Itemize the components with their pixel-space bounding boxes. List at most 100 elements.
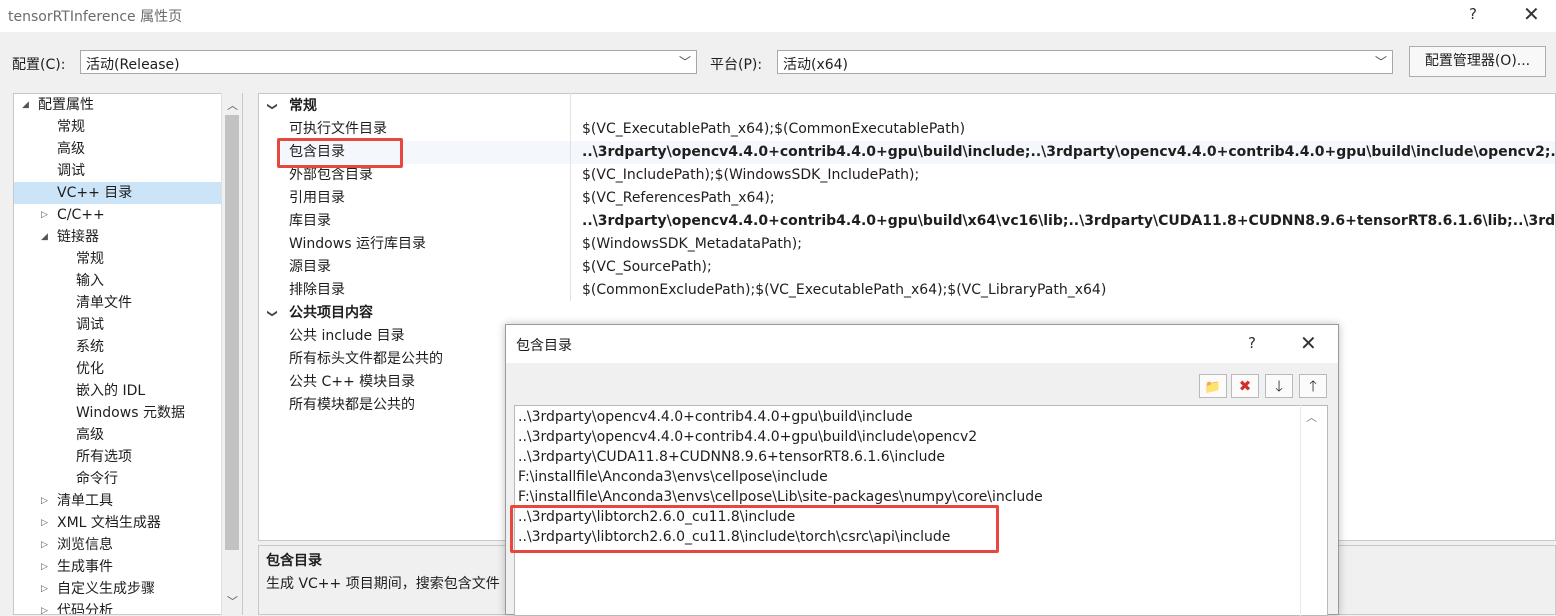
- grid-row[interactable]: 源目录 $(VC_SourcePath);: [281, 256, 1555, 279]
- list-item[interactable]: ..\3rdparty\CUDA11.8+CUDNN8.9.6+tensorRT…: [518, 447, 945, 467]
- tree-item[interactable]: 所有选项: [14, 446, 222, 468]
- expand-arrow-icon[interactable]: ▷: [41, 512, 48, 534]
- expand-arrow-icon[interactable]: ▷: [41, 204, 48, 226]
- tree-item[interactable]: 常规: [14, 248, 222, 270]
- grid-row[interactable]: 可执行文件目录 $(VC_ExecutablePath_x64);$(Common…: [281, 118, 1555, 141]
- tree-item[interactable]: ◢ 配置属性: [14, 94, 222, 116]
- tree-item[interactable]: 清单文件: [14, 292, 222, 314]
- grid-row[interactable]: 外部包含目录 $(VC_IncludePath);$(WindowsSDK_Inc…: [281, 164, 1555, 187]
- tree-item-label: 优化: [76, 361, 104, 377]
- grid-row[interactable]: 排除目录 $(CommonExcludePath);$(VC_Executable…: [281, 279, 1555, 302]
- scroll-up-icon[interactable]: ︿: [1306, 409, 1317, 425]
- tree-item[interactable]: ▷ 自定义生成步骤: [14, 578, 222, 600]
- grid-row-value[interactable]: ..\3rdparty\opencv4.4.0+contrib4.4.0+gpu…: [582, 141, 1555, 164]
- close-icon[interactable]: ✕: [1523, 2, 1540, 26]
- collapse-chevron-icon[interactable]: ❯: [261, 309, 284, 317]
- expand-arrow-icon[interactable]: ▷: [41, 490, 48, 512]
- move-up-button[interactable]: 🡑: [1299, 374, 1327, 398]
- grid-row-value[interactable]: $(WindowsSDK_MetadataPath);: [582, 233, 802, 256]
- new-line-button[interactable]: 📁: [1199, 374, 1227, 398]
- tree-item-label: VC++ 目录: [57, 185, 133, 201]
- list-item[interactable]: F:\installfile\Anconda3\envs\cellpose\Li…: [518, 487, 1043, 507]
- include-directories-dialog: 包含目录 ? ✕ 📁 ✖ 🡓 🡑 ..\3rdparty\opencv4.4.0…: [505, 324, 1339, 616]
- tree-item[interactable]: ▷ C/C++: [14, 204, 222, 226]
- folder-new-icon: 📁: [1204, 380, 1222, 395]
- scroll-thumb[interactable]: [225, 115, 239, 550]
- dialog-title: 包含目录: [516, 338, 572, 354]
- grid-row-name: 所有标头文件都是公共的: [289, 351, 443, 367]
- expand-arrow-icon[interactable]: ▷: [41, 534, 48, 556]
- tree-item[interactable]: ▷ 生成事件: [14, 556, 222, 578]
- chevron-down-icon: ﹀: [678, 55, 691, 69]
- expand-arrow-icon[interactable]: ▷: [41, 578, 48, 600]
- tree-item[interactable]: 高级: [14, 424, 222, 446]
- list-item[interactable]: ..\3rdparty\opencv4.4.0+contrib4.4.0+gpu…: [518, 427, 977, 447]
- tree-item[interactable]: 高级: [14, 138, 222, 160]
- tree-item[interactable]: 命令行: [14, 468, 222, 490]
- tree-item[interactable]: 常规: [14, 116, 222, 138]
- collapse-chevron-icon[interactable]: ❯: [261, 102, 284, 110]
- tree-item[interactable]: ◢ 链接器: [14, 226, 222, 248]
- platform-select[interactable]: 活动(x64) ﹀: [777, 50, 1393, 74]
- grid-row-value[interactable]: $(VC_ReferencesPath_x64);: [582, 187, 775, 210]
- tree-item[interactable]: 嵌入的 IDL: [14, 380, 222, 402]
- expand-arrow-icon[interactable]: ▷: [41, 600, 48, 614]
- tree-item-selected[interactable]: VC++ 目录: [14, 182, 222, 204]
- expand-arrow-icon[interactable]: ▷: [41, 556, 48, 578]
- property-tree: ◢ 配置属性 常规 高级 调试 VC++ 目录 ▷ C/C++ ◢ 链接器 常规 输入 清单文件 调试 系统…: [13, 93, 243, 615]
- platform-select-value: 活动(x64): [783, 57, 849, 73]
- tree-item[interactable]: 输入: [14, 270, 222, 292]
- tree-item-label: C/C++: [57, 207, 105, 223]
- list-item[interactable]: F:\installfile\Anconda3\envs\cellpose\in…: [518, 467, 828, 487]
- config-select[interactable]: 活动(Release) ﹀: [80, 50, 697, 74]
- grid-category-label: 公共项目内容: [289, 305, 373, 321]
- tree-item[interactable]: ▷ 浏览信息: [14, 534, 222, 556]
- grid-row-value[interactable]: $(VC_SourcePath);: [582, 256, 712, 279]
- config-manager-button[interactable]: 配置管理器(O)...: [1409, 46, 1546, 77]
- grid-row-name: 公共 C++ 模块目录: [289, 374, 416, 390]
- grid-row-value[interactable]: $(VC_IncludePath);$(WindowsSDK_IncludePa…: [582, 164, 919, 187]
- chevron-down-icon: ﹀: [1374, 55, 1387, 69]
- list-scrollbar[interactable]: ︿: [1300, 405, 1321, 616]
- tree-item[interactable]: ▷ 清单工具: [14, 490, 222, 512]
- help-button[interactable]: ?: [1469, 5, 1477, 23]
- dialog-close-icon[interactable]: ✕: [1300, 331, 1317, 355]
- tree-item-label: 生成事件: [57, 559, 113, 575]
- scroll-up-icon[interactable]: ︿: [227, 97, 238, 113]
- tree-item[interactable]: Windows 元数据: [14, 402, 222, 424]
- dialog-title-bar: 包含目录 ? ✕: [506, 325, 1338, 363]
- tree-scrollbar[interactable]: ︿ ﹀: [221, 93, 242, 615]
- description-text: 生成 VC++ 项目期间，搜索包含文件: [266, 576, 500, 592]
- list-item[interactable]: ..\3rdparty\opencv4.4.0+contrib4.4.0+gpu…: [518, 407, 913, 427]
- collapse-arrow-icon[interactable]: ◢: [41, 226, 48, 248]
- delete-icon: ✖: [1238, 377, 1252, 395]
- platform-label: 平台(P):: [710, 57, 763, 73]
- arrow-up-icon: 🡑: [1309, 377, 1317, 395]
- tree-item-label: 清单文件: [76, 295, 132, 311]
- grid-row-value[interactable]: $(VC_ExecutablePath_x64);$(CommonExecuta…: [582, 118, 965, 141]
- tree-item-label: 所有选项: [76, 449, 132, 465]
- grid-row[interactable]: 包含目录 ..\3rdparty\opencv4.4.0+contrib4.4.0…: [281, 141, 1555, 164]
- tree-item-label: 调试: [76, 317, 104, 333]
- grid-row-value[interactable]: $(CommonExcludePath);$(VC_ExecutablePath…: [582, 279, 1106, 302]
- grid-row-value[interactable]: ..\3rdparty\opencv4.4.0+contrib4.4.0+gpu…: [582, 210, 1555, 233]
- dialog-help-button[interactable]: ?: [1248, 334, 1256, 352]
- scroll-down-icon[interactable]: ﹀: [227, 593, 238, 609]
- tree-item[interactable]: 调试: [14, 314, 222, 336]
- grid-row[interactable]: 库目录 ..\3rdparty\opencv4.4.0+contrib4.4.0+…: [281, 210, 1555, 233]
- grid-row[interactable]: 引用目录 $(VC_ReferencesPath_x64);: [281, 187, 1555, 210]
- grid-row-name: 库目录: [289, 213, 331, 229]
- tree-item[interactable]: 调试: [14, 160, 222, 182]
- grid-row-name: 公共 include 目录: [289, 328, 405, 344]
- delete-button[interactable]: ✖: [1231, 374, 1259, 398]
- collapse-arrow-icon[interactable]: ◢: [22, 94, 29, 116]
- tree-item[interactable]: ▷ 代码分析: [14, 600, 222, 614]
- tree-item[interactable]: 系统: [14, 336, 222, 358]
- tree-item[interactable]: ▷ XML 文档生成器: [14, 512, 222, 534]
- move-down-button[interactable]: 🡓: [1265, 374, 1293, 398]
- tree-item-label: XML 文档生成器: [57, 515, 161, 531]
- grid-category-label: 常规: [289, 98, 317, 114]
- tree-item[interactable]: 优化: [14, 358, 222, 380]
- highlight-box-include-row: [277, 138, 403, 168]
- grid-row[interactable]: Windows 运行库目录 $(WindowsSDK_MetadataPath);: [281, 233, 1555, 256]
